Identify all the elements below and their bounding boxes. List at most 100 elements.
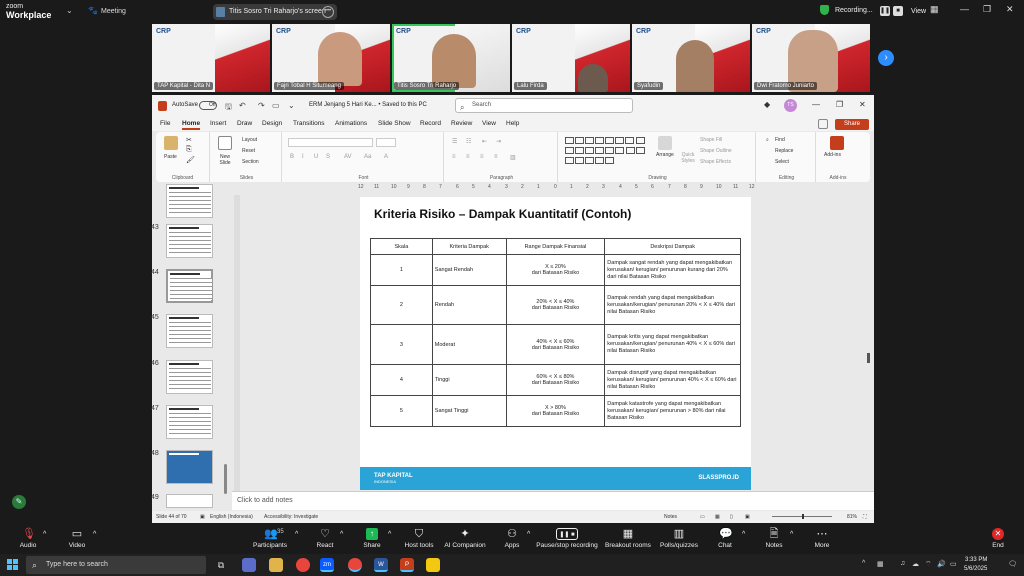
chevron-up-icon[interactable]: ^ xyxy=(388,531,391,538)
paste-icon[interactable] xyxy=(164,136,178,150)
tab-draw[interactable]: Draw xyxy=(237,120,252,127)
tab-view[interactable]: View xyxy=(482,120,496,127)
normal-view-icon[interactable]: ▭ xyxy=(700,514,705,520)
taskbar-clock[interactable]: 3:33 PM 5/6/2025 xyxy=(964,556,987,574)
restore-icon[interactable]: ❐ xyxy=(836,100,843,109)
chevron-up-icon[interactable]: ^ xyxy=(93,531,96,538)
font-color-icon[interactable]: A xyxy=(384,154,388,160)
paste-button[interactable]: Paste xyxy=(164,154,177,160)
video-button[interactable]: ▭ Video xyxy=(63,528,91,549)
change-case-icon[interactable]: Aa xyxy=(364,154,371,160)
reset-button[interactable]: Reset xyxy=(242,148,255,154)
participant-tile[interactable]: CRP Dwi Fratomo Juniarto xyxy=(752,24,870,92)
notes-toggle[interactable]: Notes xyxy=(664,514,677,520)
windows-start-icon[interactable] xyxy=(7,559,19,571)
indent-icon[interactable]: ⇤ xyxy=(482,138,487,145)
new-slide-icon[interactable] xyxy=(218,136,232,150)
undo-icon[interactable]: ↶ xyxy=(239,101,246,110)
close-icon[interactable]: ✕ xyxy=(859,100,866,109)
tab-help[interactable]: Help xyxy=(506,120,519,127)
react-button[interactable]: ♡ React xyxy=(312,528,338,549)
arrange-icon[interactable] xyxy=(658,136,672,150)
minimize-icon[interactable]: — xyxy=(960,4,969,14)
slide-thumbnail[interactable] xyxy=(166,450,213,484)
avatar[interactable]: TS xyxy=(784,99,797,112)
headset-icon[interactable]: ♫ xyxy=(900,560,905,567)
slide-thumbnail[interactable] xyxy=(166,360,213,394)
sticky-notes-icon[interactable] xyxy=(426,558,440,572)
zoom-app-icon[interactable]: zm xyxy=(320,558,334,572)
underline-icon[interactable]: U xyxy=(314,154,318,160)
tab-home[interactable]: Home xyxy=(182,120,201,130)
chevron-up-icon[interactable]: ^ xyxy=(340,531,343,538)
diamond-icon[interactable]: ◆ xyxy=(764,100,770,109)
slide-thumbnail-selected[interactable] xyxy=(166,269,213,303)
risk-criteria-table[interactable]: Skala Kriteria Dampak Range Dampak Finan… xyxy=(370,238,741,427)
find-button[interactable]: Find xyxy=(775,137,785,143)
slide-thumbnail[interactable] xyxy=(166,224,213,258)
replace-button[interactable]: Replace xyxy=(775,148,793,154)
share-screen-button[interactable]: ↑ Share xyxy=(360,528,384,549)
pause-stop-recording-button[interactable]: ❚❚ ■ Pause/stop recording xyxy=(536,528,598,549)
network-icon[interactable]: ▦ xyxy=(877,560,884,568)
shape-fill-button[interactable]: Shape Fill xyxy=(700,137,722,143)
font-family-field[interactable] xyxy=(288,138,373,147)
layout-button[interactable]: Layout xyxy=(242,137,257,143)
justify-icon[interactable]: ≡ xyxy=(494,154,498,160)
stop-recording-button[interactable]: ■ xyxy=(893,6,903,16)
align-center-icon[interactable]: ≡ xyxy=(466,154,470,160)
view-button[interactable]: View xyxy=(911,8,926,15)
slide-sorter-icon[interactable]: ▦ xyxy=(715,514,720,520)
chrome-icon[interactable] xyxy=(296,558,310,572)
shape-effects-button[interactable]: Shape Effects xyxy=(700,159,731,165)
participant-tile[interactable]: CRP Lalu Firda xyxy=(512,24,630,92)
addins-button[interactable]: Add-ins xyxy=(824,152,841,158)
zoom-slider[interactable] xyxy=(772,514,832,519)
breakout-rooms-button[interactable]: ▦ Breakout rooms xyxy=(605,528,651,549)
participants-button[interactable]: 👥 Participants 35 xyxy=(250,528,290,549)
columns-icon[interactable]: ▥ xyxy=(510,154,516,161)
character-spacing-icon[interactable]: AV xyxy=(344,154,352,160)
language-label[interactable]: English (Indonesia) xyxy=(210,514,253,520)
tab-file[interactable]: File xyxy=(160,120,170,127)
tab-slide-show[interactable]: Slide Show xyxy=(378,120,411,127)
chevron-up-icon[interactable]: ^ xyxy=(742,531,745,538)
audio-button[interactable]: 🎙 Audio xyxy=(14,528,42,549)
comments-icon[interactable] xyxy=(818,119,828,129)
cut-icon[interactable]: ✂ xyxy=(186,136,192,144)
shape-outline-button[interactable]: Shape Outline xyxy=(700,148,732,154)
new-slide-button[interactable]: New Slide xyxy=(214,154,236,166)
chat-button[interactable]: 💬 Chat xyxy=(714,528,736,549)
ai-companion-button[interactable]: ✦ AI Companion xyxy=(442,528,488,549)
participant-tile[interactable]: CRP Syafudin xyxy=(632,24,750,92)
apps-button[interactable]: ⚇ Apps xyxy=(500,528,524,549)
more-button[interactable]: ⋯ More xyxy=(810,528,834,549)
bold-icon[interactable]: B xyxy=(290,154,294,160)
align-right-icon[interactable]: ≡ xyxy=(480,154,484,160)
notification-icon[interactable]: 🗨 xyxy=(1008,560,1017,568)
chevron-up-icon[interactable]: ^ xyxy=(862,560,865,567)
autosave-toggle[interactable]: Off xyxy=(199,101,217,110)
slide-thumbnail[interactable] xyxy=(166,314,213,348)
tab-review[interactable]: Review xyxy=(451,120,472,127)
close-icon[interactable]: ✕ xyxy=(1006,4,1014,15)
tab-record[interactable]: Record xyxy=(420,120,441,127)
select-button[interactable]: Select xyxy=(775,159,789,165)
wifi-icon[interactable]: ⌔ xyxy=(925,560,932,569)
battery-icon[interactable]: ▭ xyxy=(950,560,957,568)
slide-scrollbar[interactable] xyxy=(867,353,870,363)
accessibility-status[interactable]: Accessibility: Investigate xyxy=(264,514,318,520)
slide-canvas[interactable]: Kriteria Risiko – Dampak Kuantitatif (Co… xyxy=(360,197,751,490)
zoom-level[interactable]: 81% xyxy=(847,514,857,520)
document-title[interactable]: ERM Jenjang 5 Hari Ke... • Saved to this… xyxy=(309,102,427,108)
annotate-pen-icon[interactable]: ✎ xyxy=(12,495,26,509)
format-painter-icon[interactable]: 🖌 xyxy=(186,156,195,164)
polls-quizzes-button[interactable]: ▥ Polls/quizzes xyxy=(658,528,700,549)
reading-view-icon[interactable]: ▯ xyxy=(730,514,733,520)
spellcheck-icon[interactable]: ▣ xyxy=(200,514,205,520)
meeting-label[interactable]: Meeting xyxy=(101,8,126,15)
fit-slide-icon[interactable]: ⛶ xyxy=(863,514,867,520)
restore-icon[interactable]: ❐ xyxy=(983,4,991,15)
chevron-up-icon[interactable]: ^ xyxy=(295,531,298,538)
section-button[interactable]: Section xyxy=(242,159,259,165)
